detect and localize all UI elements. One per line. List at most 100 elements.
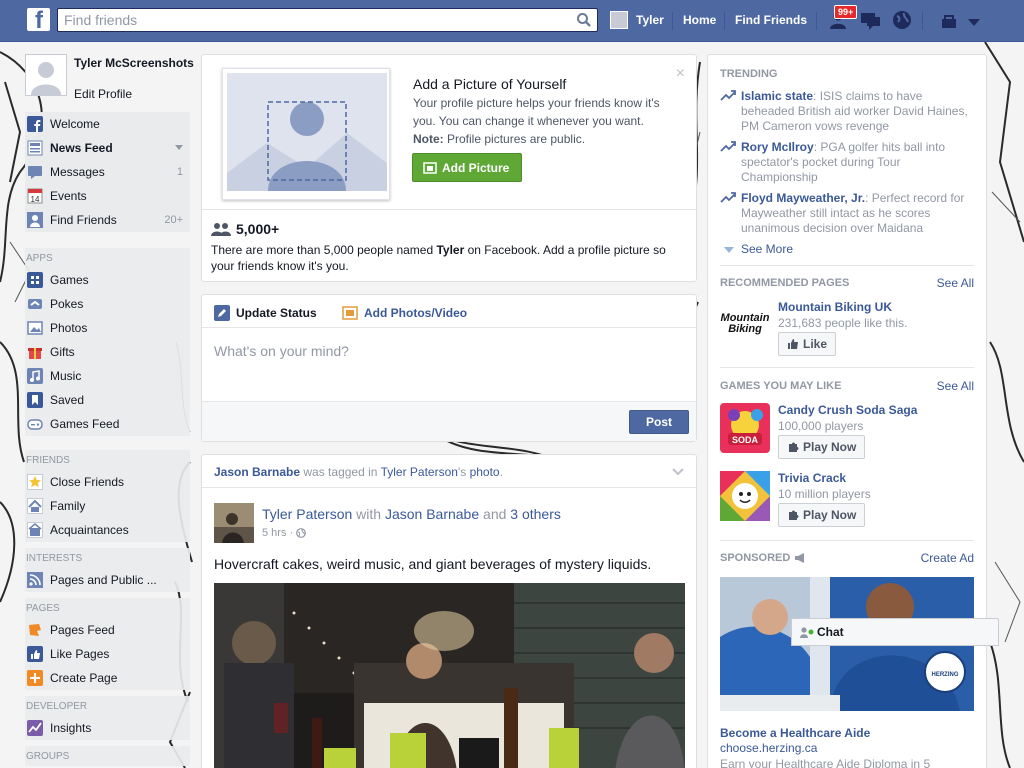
nav-section-interests: INTERESTS bbox=[25, 548, 190, 568]
notifications-globe-icon[interactable] bbox=[892, 10, 912, 33]
search-icon[interactable] bbox=[576, 12, 592, 31]
search-input[interactable] bbox=[58, 9, 558, 31]
nav-item-gifts[interactable]: Gifts bbox=[25, 340, 190, 364]
edit-profile-link[interactable]: Edit Profile bbox=[74, 87, 132, 101]
profile-avatar[interactable] bbox=[25, 54, 67, 96]
game-name-link[interactable]: Candy Crush Soda Saga bbox=[778, 403, 917, 417]
nav-item-create-page[interactable]: Create Page bbox=[25, 666, 190, 690]
recommended-pages-heading: RECOMMENDED PAGES bbox=[720, 277, 850, 289]
mountain-biking-logo[interactable]: Mountain Biking bbox=[720, 299, 770, 349]
star-icon bbox=[27, 474, 43, 490]
pencil-icon bbox=[214, 305, 230, 321]
photo-album-icon bbox=[342, 306, 358, 320]
svg-text:14: 14 bbox=[31, 195, 40, 204]
globe-icon bbox=[296, 528, 307, 538]
nav-item-saved[interactable]: Saved bbox=[25, 388, 190, 412]
saved-icon bbox=[27, 392, 43, 408]
nav-item-games[interactable]: Games bbox=[25, 268, 190, 292]
profile-name[interactable]: Tyler McScreenshots bbox=[74, 56, 194, 70]
settings-dropdown-icon[interactable] bbox=[968, 16, 980, 30]
right-column: TRENDING Islamic state: ISIS claims to h… bbox=[707, 54, 987, 768]
ad-title-link[interactable]: Become a Healthcare Aide bbox=[720, 726, 870, 740]
add-picture-button[interactable]: Add Picture bbox=[412, 153, 522, 182]
home-link[interactable]: Home bbox=[683, 13, 716, 27]
divider bbox=[724, 12, 725, 30]
nav-item-welcome[interactable]: Welcome bbox=[25, 112, 190, 136]
trending-arrow-icon bbox=[720, 90, 736, 106]
topbar-avatar[interactable] bbox=[610, 11, 628, 29]
divider bbox=[720, 265, 974, 266]
chat-tab[interactable]: Chat bbox=[791, 618, 999, 646]
nav-item-pages-and-public[interactable]: Pages and Public ... bbox=[25, 568, 190, 592]
name-count: 5,000+ bbox=[211, 221, 279, 237]
like-pages-icon bbox=[27, 646, 43, 662]
author-avatar[interactable] bbox=[214, 503, 254, 543]
nav-item-photos[interactable]: Photos bbox=[25, 316, 190, 340]
owner-link[interactable]: Tyler Paterson bbox=[381, 465, 458, 479]
profile-picture-placeholder[interactable] bbox=[222, 68, 390, 200]
privacy-lock-icon[interactable] bbox=[940, 13, 958, 32]
games-feed-icon bbox=[27, 416, 43, 432]
nav-item-close-friends[interactable]: Close Friends bbox=[25, 470, 190, 494]
nav-item-games-feed[interactable]: Games Feed bbox=[25, 412, 190, 436]
nav-item-find-friends[interactable]: Find Friends 20+ bbox=[25, 208, 190, 232]
nav-item-music[interactable]: Music bbox=[25, 364, 190, 388]
nav-item-events[interactable]: 14 Events bbox=[25, 184, 190, 208]
story-options-chevron-icon[interactable] bbox=[672, 465, 684, 479]
author-link[interactable]: Tyler Paterson bbox=[262, 506, 352, 522]
nav-item-family[interactable]: Family bbox=[25, 494, 190, 518]
thumbs-up-icon bbox=[788, 339, 798, 349]
tab-add-photos-video[interactable]: Add Photos/Video bbox=[342, 305, 467, 321]
pages-feed-icon bbox=[27, 622, 43, 638]
topbar-user-name[interactable]: Tyler bbox=[636, 13, 664, 27]
people-icon bbox=[211, 223, 231, 236]
game-name-link[interactable]: Trivia Crack bbox=[778, 471, 846, 485]
play-now-button[interactable]: Play Now bbox=[778, 503, 866, 527]
top-bar: f Tyler Home Find Friends 99+ bbox=[0, 0, 1024, 42]
pokes-icon bbox=[27, 296, 43, 312]
trending-item[interactable]: Islamic state: ISIS claims to have behea… bbox=[720, 89, 970, 134]
nav-section-groups: GROUPS bbox=[25, 746, 190, 766]
photo-link[interactable]: photo bbox=[470, 465, 500, 479]
find-friends-link[interactable]: Find Friends bbox=[735, 13, 807, 27]
see-all-pages-link[interactable]: See All bbox=[937, 276, 974, 290]
game-player-count: 100,000 players bbox=[778, 419, 864, 433]
trending-item[interactable]: Floyd Mayweather, Jr.: Perfect record fo… bbox=[720, 191, 970, 236]
rss-icon bbox=[27, 572, 43, 588]
trivia-crack-icon[interactable] bbox=[720, 471, 770, 521]
nav-item-like-pages[interactable]: Like Pages bbox=[25, 642, 190, 666]
nav-section-apps: APPS bbox=[25, 248, 190, 268]
post-button[interactable]: Post bbox=[629, 410, 689, 434]
chevron-down-icon[interactable] bbox=[175, 142, 183, 154]
nav-item-pages-feed[interactable]: Pages Feed bbox=[25, 618, 190, 642]
candy-crush-soda-icon[interactable]: SODA bbox=[720, 403, 770, 453]
like-page-button[interactable]: Like bbox=[778, 332, 837, 356]
see-all-games-link[interactable]: See All bbox=[937, 379, 974, 393]
divider bbox=[922, 12, 923, 30]
story-photo[interactable] bbox=[214, 583, 685, 768]
actor-link[interactable]: Jason Barnabe bbox=[214, 465, 300, 479]
tab-update-status[interactable]: Update Status bbox=[214, 305, 317, 321]
news-feed-icon bbox=[27, 140, 43, 156]
nav-item-acquaintances[interactable]: Acquaintances bbox=[25, 518, 190, 542]
messages-count: 1 bbox=[176, 166, 183, 178]
svg-text:SODA: SODA bbox=[732, 435, 759, 445]
nav-item-insights[interactable]: Insights bbox=[25, 716, 190, 740]
nav-item-pokes[interactable]: Pokes bbox=[25, 292, 190, 316]
play-now-button[interactable]: Play Now bbox=[778, 435, 866, 459]
status-input[interactable]: What's on your mind? bbox=[214, 343, 349, 359]
facebook-logo[interactable]: f bbox=[27, 8, 50, 31]
create-ad-link[interactable]: Create Ad bbox=[921, 551, 974, 565]
tagged-link[interactable]: Jason Barnabe bbox=[385, 506, 479, 522]
story-timestamp[interactable]: 5 hrs · bbox=[262, 527, 307, 539]
nav-item-news-feed[interactable]: News Feed bbox=[25, 136, 190, 160]
ad-url[interactable]: choose.herzing.ca bbox=[720, 741, 817, 755]
see-more-link[interactable]: See More bbox=[720, 242, 970, 257]
close-icon[interactable]: × bbox=[676, 65, 685, 83]
page-name-link[interactable]: Mountain Biking UK bbox=[778, 300, 892, 314]
messages-icon[interactable] bbox=[860, 11, 882, 34]
puzzle-icon bbox=[789, 510, 799, 520]
trending-item[interactable]: Rory McIlroy: PGA golfer hits ball into … bbox=[720, 140, 970, 185]
others-link[interactable]: 3 others bbox=[510, 506, 561, 522]
nav-item-messages[interactable]: Messages 1 bbox=[25, 160, 190, 184]
